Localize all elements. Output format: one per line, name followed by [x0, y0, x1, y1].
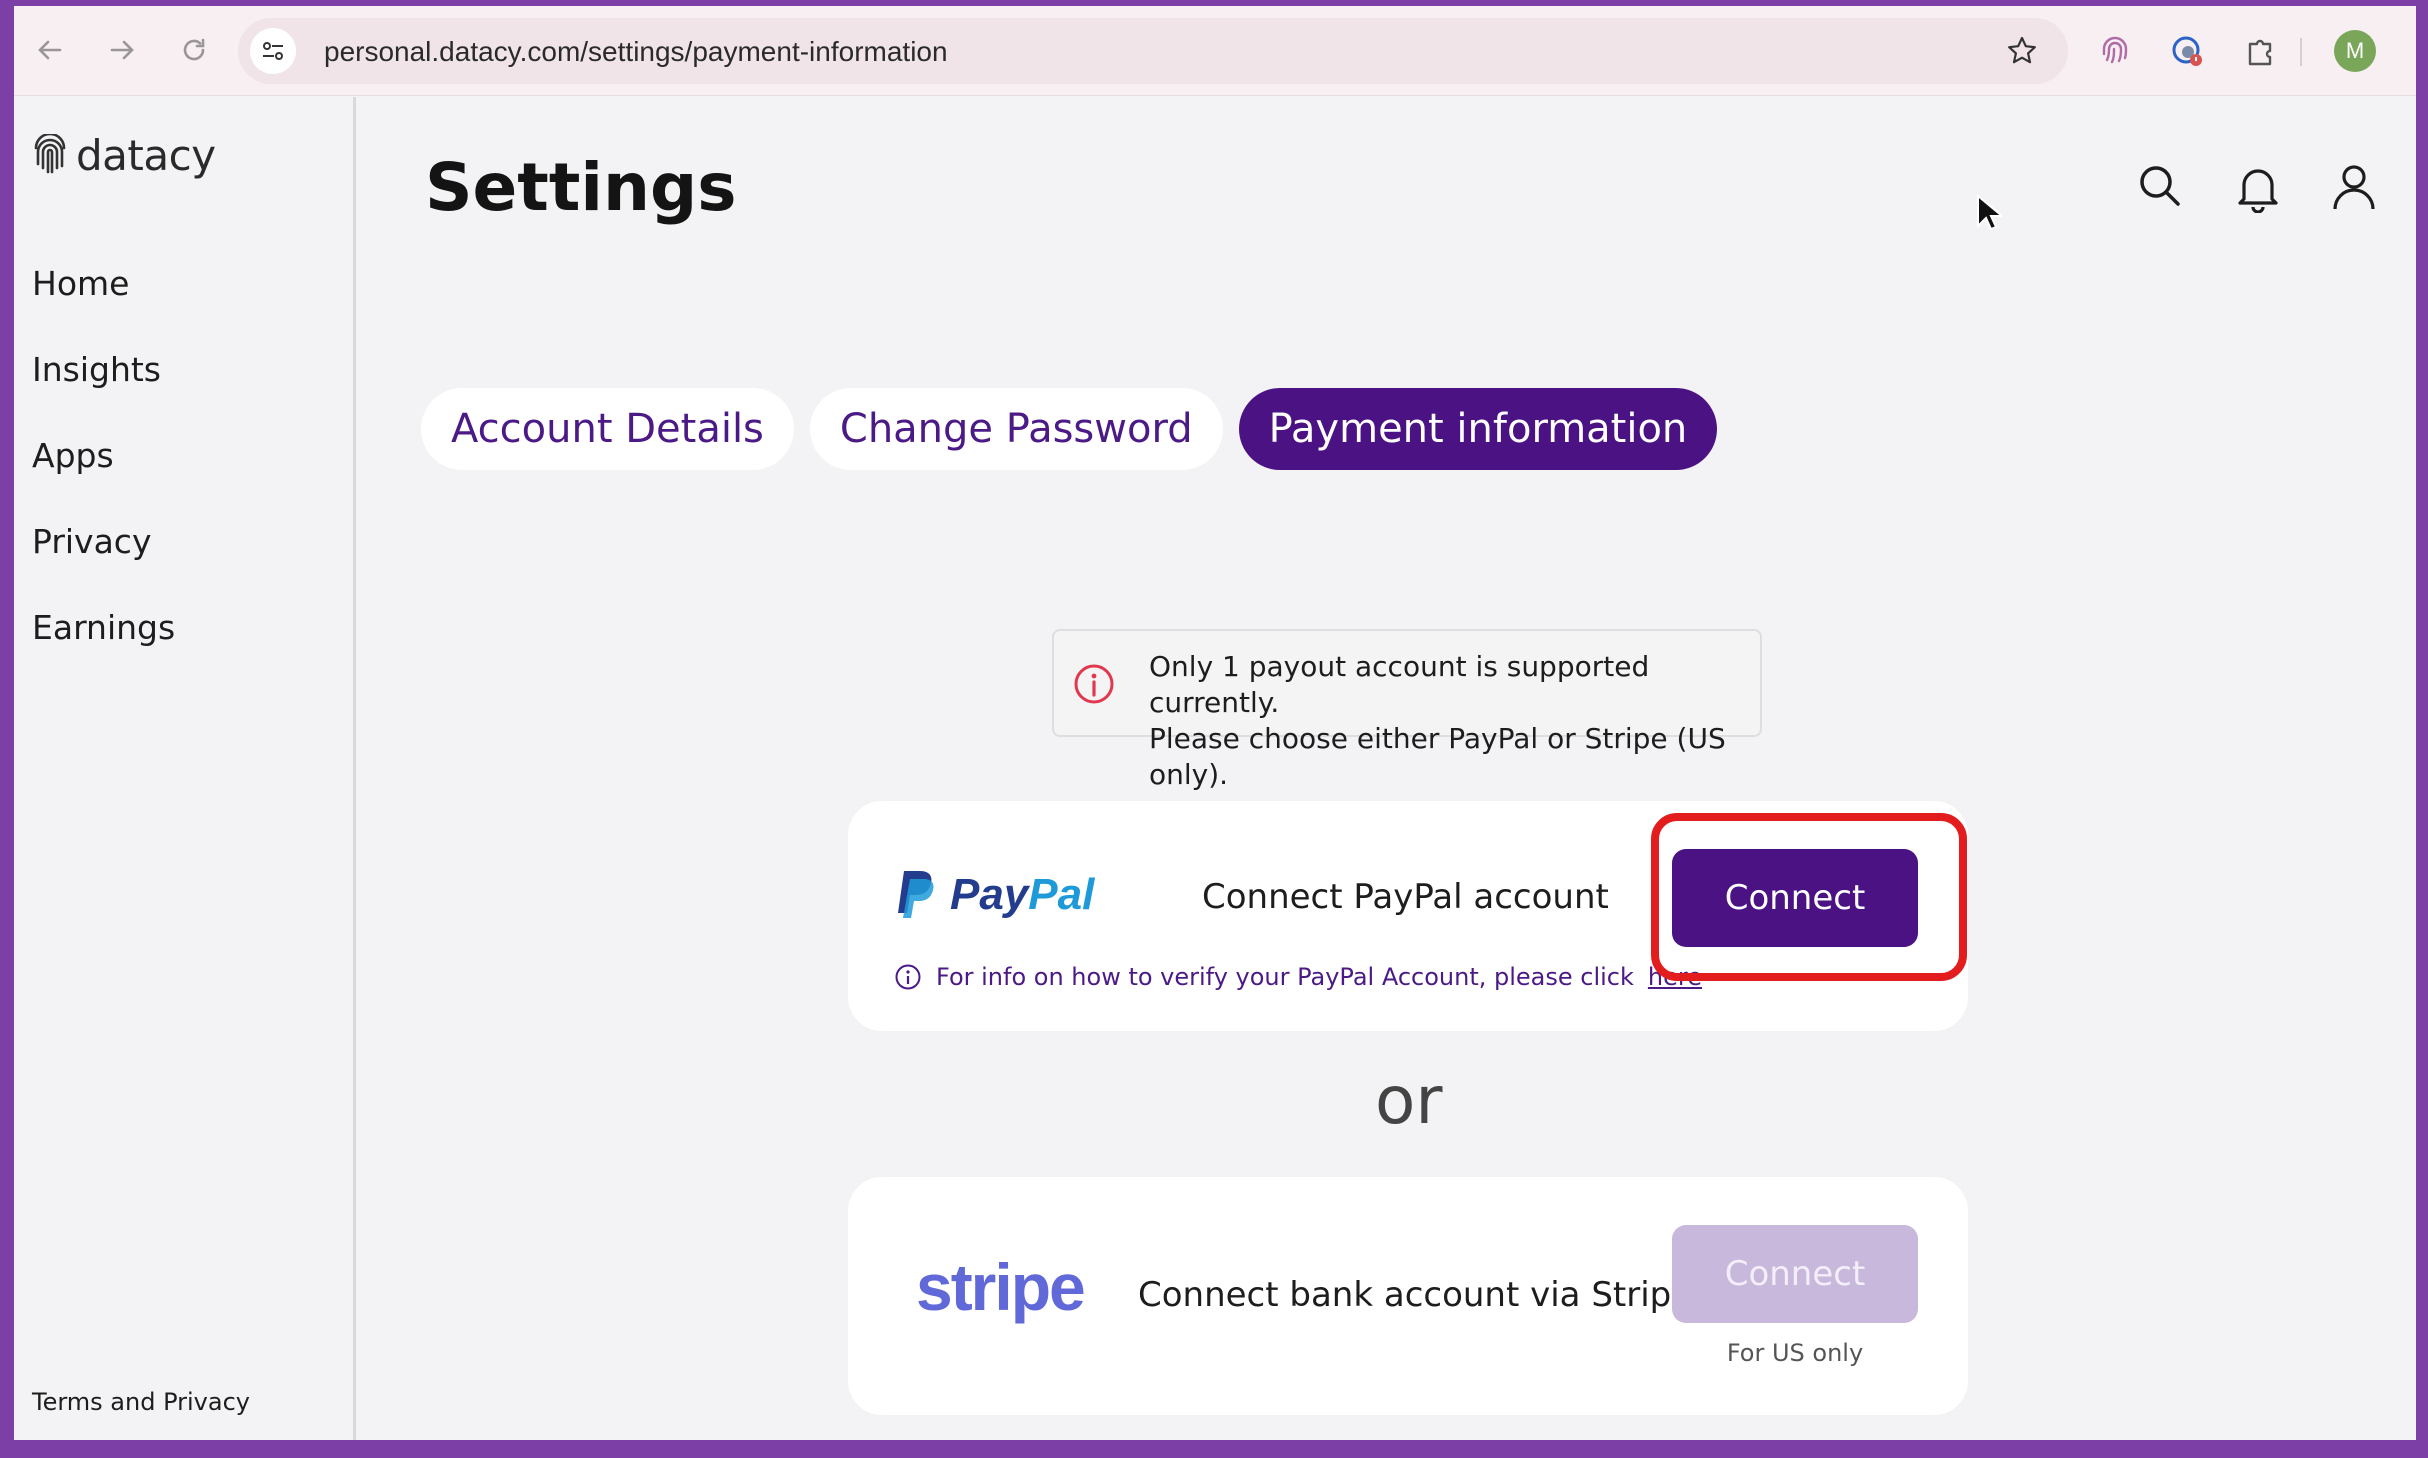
star-icon	[2008, 36, 2036, 64]
logo-text: datacy	[76, 131, 216, 180]
tab-account-details[interactable]: Account Details	[421, 388, 794, 470]
paypal-info-link[interactable]: here	[1648, 963, 1702, 991]
bell-icon	[2238, 169, 2278, 214]
back-button[interactable]	[28, 28, 72, 72]
sidebar: datacy Home Insights Apps Privacy Earnin…	[14, 97, 356, 1440]
stripe-us-only-note: For US only	[1726, 1339, 1864, 1367]
info-icon	[895, 964, 921, 990]
mouse-cursor-icon	[1977, 194, 2002, 231]
search-button[interactable]	[2137, 163, 2183, 214]
fingerprint-logo-icon	[34, 133, 66, 173]
sidebar-item-insights[interactable]: Insights	[32, 345, 175, 431]
browser-toolbar: personal.datacy.com/settings/payment-inf…	[14, 6, 2416, 96]
puzzle-icon	[2248, 39, 2272, 66]
reload-button[interactable]	[172, 28, 216, 72]
sidebar-item-earnings[interactable]: Earnings	[32, 603, 175, 689]
terms-and-privacy-link[interactable]: Terms and Privacy	[32, 1388, 250, 1416]
notice-line-2: Please choose either PayPal or Stripe (U…	[1149, 722, 1726, 791]
page-title: Settings	[425, 149, 737, 226]
notifications-button[interactable]	[2235, 163, 2281, 218]
paypal-p-icon	[898, 871, 934, 918]
toolbar-divider	[2300, 38, 2302, 66]
paypal-info-text: For info on how to verify your PayPal Ac…	[936, 963, 1634, 991]
notice-line-1: Only 1 payout account is supported curre…	[1149, 650, 1650, 719]
stripe-connect-label: Connect bank account via Stripe	[1138, 1275, 1693, 1315]
reload-icon	[183, 38, 205, 61]
password-manager-icon	[2172, 36, 2202, 66]
notice-text: Only 1 payout account is supported curre…	[1149, 649, 1760, 793]
payout-notice: Only 1 payout account is supported curre…	[1052, 629, 1762, 791]
arrow-left-icon	[38, 40, 62, 60]
sidebar-nav: Home Insights Apps Privacy Earnings	[32, 259, 175, 689]
url-text[interactable]: personal.datacy.com/settings/payment-inf…	[324, 36, 948, 68]
info-alert-icon	[1074, 664, 1114, 704]
extensions-button[interactable]	[2240, 30, 2282, 72]
paypal-connect-label: Connect PayPal account	[1202, 877, 1609, 917]
bookmark-button[interactable]	[2006, 35, 2038, 72]
paypal-info: For info on how to verify your PayPal Ac…	[894, 963, 1702, 991]
or-divider: or	[1375, 1062, 1443, 1139]
sidebar-item-home[interactable]: Home	[32, 259, 175, 345]
tune-icon	[263, 42, 283, 60]
address-bar[interactable]: personal.datacy.com/settings/payment-inf…	[238, 18, 2068, 84]
fingerprint-icon	[2102, 36, 2128, 64]
search-icon	[2140, 166, 2180, 206]
extension-fingerprint[interactable]	[2094, 30, 2136, 72]
paypal-card: PayPal Connect PayPal account Connect Fo…	[848, 801, 1968, 1031]
tab-payment-information[interactable]: Payment information	[1238, 388, 1718, 470]
sidebar-item-apps[interactable]: Apps	[32, 431, 175, 517]
browser-window: personal.datacy.com/settings/payment-inf…	[14, 6, 2416, 1440]
forward-button[interactable]	[100, 28, 144, 72]
stripe-connect-button[interactable]: Connect	[1672, 1225, 1918, 1323]
user-icon	[2333, 165, 2375, 210]
paypal-connect-button[interactable]: Connect	[1672, 849, 1918, 947]
paypal-wordmark: PayPal	[950, 870, 1095, 919]
settings-tabs: Account Details Change Password Payment …	[421, 388, 1718, 470]
paypal-logo: PayPal	[894, 869, 1094, 921]
sidebar-item-privacy[interactable]: Privacy	[32, 517, 175, 603]
stripe-card: stripe Connect bank account via Stripe C…	[848, 1177, 1968, 1415]
site-info-button[interactable]	[250, 28, 296, 74]
datacy-logo[interactable]: datacy	[32, 131, 216, 180]
extension-password[interactable]	[2166, 30, 2208, 72]
profile-avatar[interactable]: M	[2334, 30, 2376, 72]
arrow-right-icon	[110, 40, 134, 60]
stripe-logo: stripe	[916, 1250, 1086, 1324]
profile-button[interactable]	[2331, 163, 2377, 218]
tab-change-password[interactable]: Change Password	[809, 388, 1223, 470]
